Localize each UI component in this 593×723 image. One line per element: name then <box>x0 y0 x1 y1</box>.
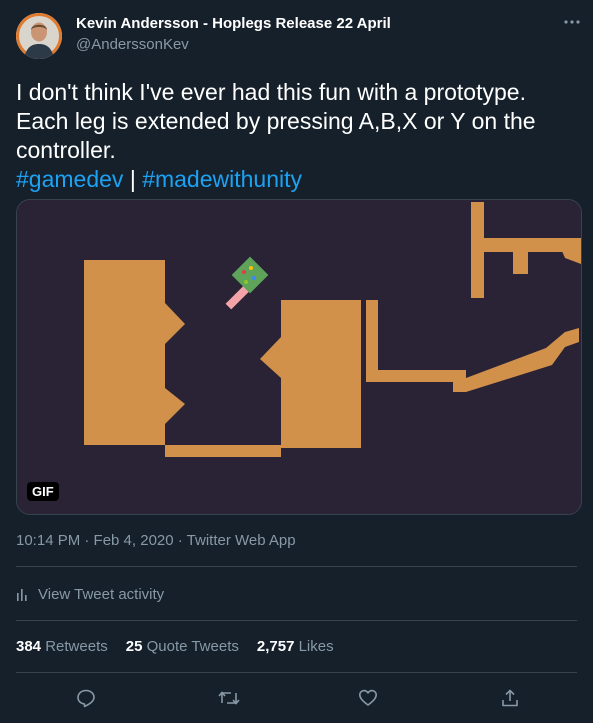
avatar[interactable] <box>16 13 62 59</box>
divider <box>16 620 577 621</box>
like-icon[interactable] <box>353 683 383 713</box>
divider <box>16 672 577 673</box>
tweet: Kevin Andersson - Hoplegs Release 22 Apr… <box>0 0 593 723</box>
retweets-stat[interactable]: 384 Retweets <box>16 638 108 655</box>
tweet-stats: 384 Retweets 25 Quote Tweets 2,757 Likes <box>16 638 334 655</box>
hashtag-gamedev[interactable]: #gamedev <box>16 166 123 192</box>
divider <box>16 566 577 567</box>
gif-badge: GIF <box>27 482 59 501</box>
reply-icon[interactable] <box>71 683 101 713</box>
retweets-label: Retweets <box>45 638 108 655</box>
more-options-icon[interactable] <box>562 12 582 32</box>
quote-tweets-count: 25 <box>125 638 143 655</box>
likes-label: Likes <box>298 638 334 655</box>
likes-count: 2,757 <box>256 638 295 655</box>
share-icon[interactable] <box>495 683 525 713</box>
tweet-media-gif[interactable]: GIF <box>16 199 582 515</box>
hashtag-line: #gamedev | #madewithunity <box>16 165 576 194</box>
author-handle[interactable]: @AnderssonKev <box>76 36 189 53</box>
tweet-body: I don't think I've ever had this fun wit… <box>16 79 536 163</box>
likes-stat[interactable]: 2,757 Likes <box>257 638 334 655</box>
game-scene <box>17 200 581 514</box>
tweet-text: I don't think I've ever had this fun wit… <box>16 78 576 194</box>
tweet-timestamp[interactable]: 10:14 PM · Feb 4, 2020 · Twitter Web App <box>16 532 296 549</box>
hashtag-separator: | <box>129 166 136 192</box>
activity-chart-icon <box>16 587 30 601</box>
retweets-count: 384 <box>16 638 42 655</box>
retweet-icon[interactable] <box>214 683 244 713</box>
quote-tweets-stat[interactable]: 25 Quote Tweets <box>126 638 239 655</box>
hashtag-madewithunity[interactable]: #madewithunity <box>142 166 302 192</box>
activity-label: View Tweet activity <box>38 585 165 603</box>
author-name[interactable]: Kevin Andersson - Hoplegs Release 22 Apr… <box>76 15 391 32</box>
quote-tweets-label: Quote Tweets <box>146 638 239 655</box>
view-tweet-activity[interactable]: View Tweet activity <box>16 583 164 605</box>
action-bar <box>16 683 576 713</box>
